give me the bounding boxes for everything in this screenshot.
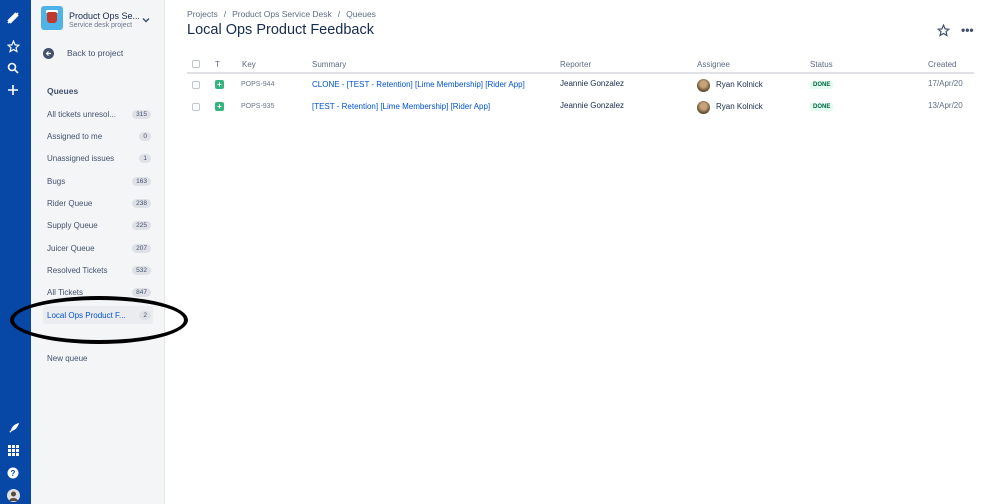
issue-created: 17/Apr/20 xyxy=(928,79,963,88)
issue-reporter: Jeannie Gonzalez xyxy=(560,101,625,110)
rocket-icon[interactable] xyxy=(4,419,22,437)
column-header-type[interactable]: T xyxy=(215,60,220,69)
queue-item[interactable]: Unassigned issues 1 xyxy=(43,149,153,167)
column-header-key[interactable]: Key xyxy=(242,60,256,69)
table-row[interactable]: + POPS-935 [TEST - Retention] [Lime Memb… xyxy=(187,96,974,118)
queue-item[interactable]: Bugs 163 xyxy=(43,172,153,190)
queue-label: All tickets unresol... xyxy=(47,109,116,119)
breadcrumb-separator: / xyxy=(223,9,227,19)
app: ? Product Ops Se... Service desk project… xyxy=(0,0,999,504)
status-badge: DONE xyxy=(810,81,834,89)
svg-text:?: ? xyxy=(11,469,16,478)
issue-assignee: Ryan Kolnick xyxy=(716,102,763,111)
queue-count: 0 xyxy=(139,131,151,141)
breadcrumb-project[interactable]: Product Ops Service Desk xyxy=(232,9,332,19)
app-switcher-icon[interactable] xyxy=(4,441,22,459)
queue-label: Assigned to me xyxy=(47,131,103,141)
queue-count: 2 xyxy=(139,310,151,320)
star-icon[interactable] xyxy=(937,24,950,37)
queue-count: 1 xyxy=(139,153,151,163)
search-icon[interactable] xyxy=(4,59,22,77)
queue-label: Bugs xyxy=(47,176,66,186)
project-header[interactable]: Product Ops Se... Service desk project xyxy=(41,6,161,34)
back-arrow-icon xyxy=(43,47,54,59)
page-title: Local Ops Product Feedback xyxy=(187,22,374,38)
issue-key[interactable]: POPS-935 xyxy=(241,103,274,110)
row-checkbox[interactable] xyxy=(192,103,200,111)
project-name: Product Ops Se... xyxy=(69,11,139,21)
queue-item[interactable]: Supply Queue 225 xyxy=(43,216,153,234)
column-header-created[interactable]: Created xyxy=(928,60,956,69)
row-checkbox[interactable] xyxy=(192,81,200,89)
status-badge: DONE xyxy=(810,103,834,111)
select-all-checkbox[interactable] xyxy=(192,60,200,68)
issues-table: T Key Summary Reporter Assignee Status C… xyxy=(187,56,974,118)
queue-count: 532 xyxy=(132,265,151,275)
issue-summary[interactable]: CLONE - [TEST - Retention] [Lime Members… xyxy=(312,80,525,89)
chevron-down-icon[interactable] xyxy=(142,16,150,24)
column-header-reporter[interactable]: Reporter xyxy=(560,60,591,69)
queue-item[interactable]: Resolved Tickets 532 xyxy=(43,261,153,279)
issue-assignee: Ryan Kolnick xyxy=(716,80,763,89)
column-header-assignee[interactable]: Assignee xyxy=(697,60,730,69)
story-type-icon: + xyxy=(215,80,224,89)
more-icon[interactable]: ••• xyxy=(961,24,975,36)
plus-icon[interactable] xyxy=(4,81,22,99)
queue-item[interactable]: Rider Queue 238 xyxy=(43,194,153,212)
user-avatar-icon[interactable] xyxy=(4,486,22,504)
breadcrumb-separator: / xyxy=(337,9,341,19)
project-type: Service desk project xyxy=(69,22,133,29)
table-header: T Key Summary Reporter Assignee Status C… xyxy=(187,56,974,74)
table-row[interactable]: + POPS-944 CLONE - [TEST - Retention] [L… xyxy=(187,74,974,96)
help-icon[interactable]: ? xyxy=(4,464,22,482)
project-sidebar: Product Ops Se... Service desk project B… xyxy=(31,0,165,504)
avatar xyxy=(697,101,710,114)
queue-count: 207 xyxy=(132,243,151,253)
story-type-icon: + xyxy=(215,102,224,111)
queue-count: 238 xyxy=(132,198,151,208)
issue-key[interactable]: POPS-944 xyxy=(241,81,274,88)
breadcrumb: Projects / Product Ops Service Desk / Qu… xyxy=(187,9,376,19)
project-avatar xyxy=(41,6,63,30)
queue-label: Local Ops Product F... xyxy=(47,310,126,320)
queue-item[interactable]: Assigned to me 0 xyxy=(43,127,153,145)
back-to-project-label: Back to project xyxy=(67,48,124,58)
global-nav: ? xyxy=(0,0,31,504)
queues-heading: Queues xyxy=(47,86,79,96)
back-to-project-link[interactable]: Back to project xyxy=(43,46,123,60)
queue-item[interactable]: Juicer Queue 207 xyxy=(43,239,153,257)
column-header-status[interactable]: Status xyxy=(810,60,833,69)
breadcrumb-projects[interactable]: Projects xyxy=(187,9,218,19)
breadcrumb-queues[interactable]: Queues xyxy=(346,9,376,19)
queue-item-active[interactable]: Local Ops Product F... 2 xyxy=(43,306,153,324)
issue-created: 13/Apr/20 xyxy=(928,101,963,110)
queue-item[interactable]: All tickets unresol... 315 xyxy=(43,105,153,123)
queue-label: Rider Queue xyxy=(47,198,93,208)
issue-reporter: Jeannie Gonzalez xyxy=(560,79,625,88)
queue-label: Unassigned issues xyxy=(47,153,115,163)
queue-count: 163 xyxy=(132,176,151,186)
star-icon[interactable] xyxy=(4,37,22,55)
queue-item[interactable]: All Tickets 847 xyxy=(43,283,153,301)
queue-label: Resolved Tickets xyxy=(47,265,108,275)
queue-label: All Tickets xyxy=(47,287,84,297)
column-header-summary[interactable]: Summary xyxy=(312,60,346,69)
avatar xyxy=(697,79,710,92)
issue-summary[interactable]: [TEST - Retention] [Lime Membership] [Ri… xyxy=(312,102,490,111)
queue-label: Juicer Queue xyxy=(47,243,95,253)
queue-count: 847 xyxy=(132,287,151,297)
queue-count: 315 xyxy=(132,109,151,119)
queue-count: 225 xyxy=(132,220,151,230)
new-queue-link[interactable]: New queue xyxy=(47,354,87,363)
queue-label: Supply Queue xyxy=(47,220,98,230)
jira-logo-icon[interactable] xyxy=(4,9,22,27)
